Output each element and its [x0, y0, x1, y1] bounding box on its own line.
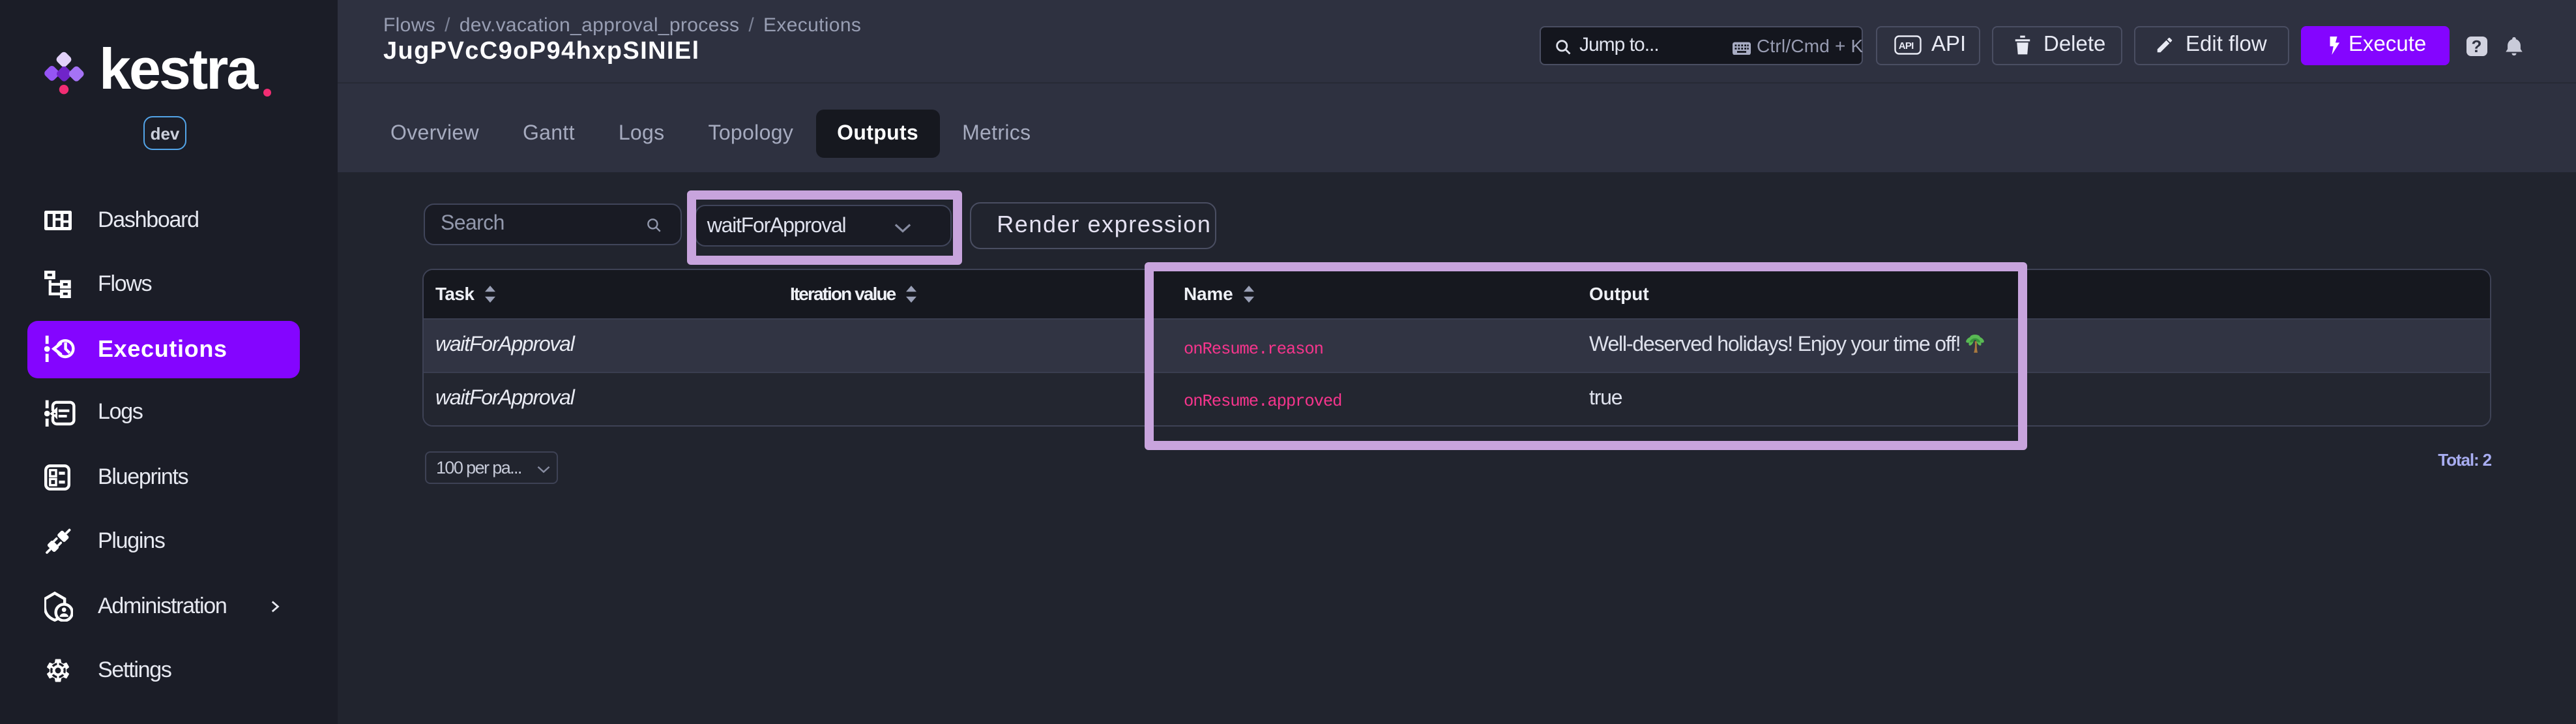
svg-text:API: API	[1898, 41, 1913, 52]
